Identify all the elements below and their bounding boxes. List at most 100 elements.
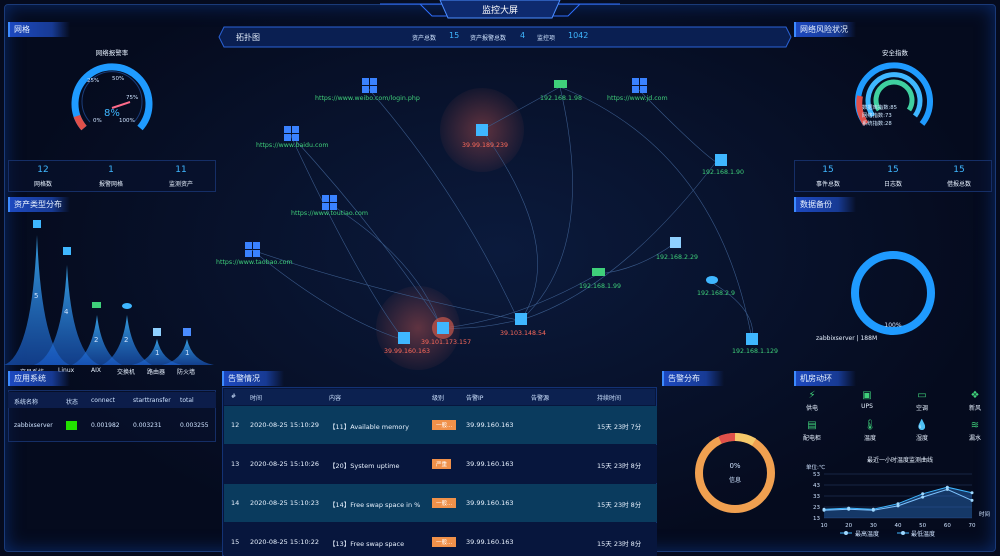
y-tick-label: 33: [813, 494, 820, 500]
node-39-101-173-157[interactable]: 39.101.173.157: [421, 339, 471, 346]
node-39-103-148-54[interactable]: 39.103.148.54: [500, 330, 546, 337]
room-item-ups[interactable]: ▣ UPS: [847, 390, 887, 410]
room-item-temperature[interactable]: 🌡 温度: [850, 420, 890, 442]
summary-items-value: 1042: [568, 31, 589, 40]
legend-marker-max: [840, 530, 852, 536]
asset-type-peak-chart: [4, 220, 214, 365]
node-192-168-1-129[interactable]: 192.168.1.129: [732, 348, 778, 355]
connect-value: 0.001982: [91, 422, 120, 429]
node-192-168-2-29[interactable]: 192.168.2.29: [656, 254, 698, 261]
stat-events: 15 事件总数: [815, 165, 840, 188]
data-point: [871, 508, 875, 512]
x-tick-label: 20: [845, 523, 852, 529]
y-tick-label: 43: [813, 483, 820, 489]
starttransfer-value: 0.003231: [133, 422, 162, 429]
alert-dist-percent: 0%: [729, 462, 741, 470]
legend-min: 最低温度: [911, 531, 936, 538]
legend-max: 最高温度: [855, 531, 880, 538]
lightning-icon: ⚡: [808, 390, 816, 401]
peak-value-3: 2: [94, 336, 99, 344]
router-icon: [706, 276, 718, 284]
data-point: [896, 504, 900, 508]
data-point: [945, 487, 949, 491]
water-leak-icon: ≋: [970, 420, 980, 431]
server-icon: [476, 124, 488, 136]
y-tick-label: 53: [813, 472, 820, 478]
node-39-99-160-163[interactable]: 39.99.160.163: [384, 348, 430, 355]
level-badge: 严重: [432, 459, 452, 469]
temperature-chart: 132333435310 20 30 40 50 60 70: [813, 472, 976, 529]
data-point: [921, 492, 925, 496]
summary-items-label: 监控项: [537, 35, 556, 42]
room-item-power[interactable]: ⚡ 供电: [792, 390, 832, 412]
switch-icon: [554, 80, 567, 88]
stat-logs: 15 日志数: [883, 165, 902, 188]
switch-icon: [92, 302, 101, 308]
room-item-humidity[interactable]: 💧 湿度: [902, 420, 942, 442]
level-badge: 一般...: [432, 498, 457, 508]
x-tick-label: 60: [944, 523, 951, 529]
node-toutiao[interactable]: https://www.toutiao.com: [291, 210, 368, 217]
alert-row[interactable]: 13 2020-08-25 15:10:26 【20】System uptime 严…: [224, 445, 657, 483]
node-jd[interactable]: https://www.jd.com: [607, 95, 668, 102]
total-value: 0.003255: [180, 422, 209, 429]
node-taobao[interactable]: https://www.taobao.com: [216, 259, 293, 266]
temp-chart-xlabel: 时间: [979, 512, 991, 518]
gauge-tick-75: 75%: [126, 95, 139, 101]
backup-title: 数据备份: [794, 197, 856, 212]
data-point: [970, 498, 974, 502]
summary-alerts-label: 资产报警总数: [470, 35, 507, 42]
room-item-aircon[interactable]: ▭ 空调: [902, 390, 942, 412]
node-192-168-1-98[interactable]: 192.168.1.98: [540, 95, 582, 102]
server-icon: [398, 332, 410, 344]
peak-value-6: 1: [185, 349, 190, 357]
node-39-99-189-239[interactable]: 39.99.189.239: [462, 142, 508, 149]
alert-row[interactable]: 12 2020-08-25 15:10:29 【11】Available memor…: [224, 406, 657, 444]
col-content: 内容: [329, 395, 342, 402]
gauge-tick-0: 0%: [93, 118, 102, 124]
app-grid-icon: [183, 328, 191, 336]
col-status: 状态: [66, 399, 79, 406]
app-system-title: 应用系统: [8, 371, 70, 386]
alert-dist-label: 信息: [728, 477, 741, 484]
room-item-water-leak[interactable]: ≋ 漏水: [955, 420, 995, 442]
node-192-168-1-99[interactable]: 192.168.1.99: [579, 283, 621, 290]
stat-alarm-grid: 1 报警网格: [98, 165, 123, 188]
room-item-fresh-air[interactable]: ❖ 新风: [955, 390, 995, 412]
topology-title: 拓扑图: [236, 33, 260, 42]
risk-title: 网络风险状况: [794, 22, 856, 37]
backup-server: zabbixserver | 188M: [816, 335, 878, 342]
col-ip: 告警IP: [466, 395, 484, 402]
level-badge: 一般...: [432, 537, 457, 547]
network-panel-title: 网格: [8, 22, 70, 37]
peak-value-5: 1: [155, 349, 160, 357]
room-item-cabinet[interactable]: ▤ 配电柜: [792, 420, 832, 442]
node-192-168-1-90[interactable]: 192.168.1.90: [702, 169, 744, 176]
alert-row[interactable]: 15 2020-08-25 15:10:22 【13】Free swap space…: [224, 523, 657, 556]
stat-monitored-assets: 11 监测资产: [168, 165, 193, 188]
y-tick-label: 13: [813, 516, 820, 522]
summary-assets-label: 资产总数: [412, 35, 437, 42]
alert-row[interactable]: 14 2020-08-25 15:10:23 【14】Free swap space…: [224, 484, 657, 522]
node-192-168-2-9[interactable]: 192.168.2.9: [697, 290, 735, 297]
gauge-tick-25: 25%: [87, 78, 100, 84]
server-icon: [715, 154, 727, 166]
y-tick-label: 23: [813, 505, 820, 511]
peak-label-5: 路由器: [147, 369, 166, 376]
status-indicator: [66, 421, 77, 430]
ups-icon: ▣: [862, 390, 872, 401]
system-name[interactable]: zabbixserver: [14, 422, 53, 429]
col-source: 告警源: [531, 395, 550, 402]
stat-grid-count: 12 网格数: [33, 165, 52, 188]
temp-chart-title: 最近一小时温度监测曲线: [866, 457, 933, 464]
node-baidu[interactable]: https://www.baidu.com: [256, 142, 329, 149]
level-badge: 一般...: [432, 420, 457, 430]
page-title: 监控大屏: [481, 6, 518, 16]
x-tick-label: 40: [895, 523, 902, 529]
server-icon: [437, 322, 449, 334]
col-connect: connect: [91, 397, 115, 404]
aircon-icon: ▭: [917, 390, 927, 401]
node-weibo[interactable]: https://www.weibo.com/login.php: [315, 95, 420, 102]
col-starttransfer: starttransfer: [133, 397, 171, 404]
col-level: 级别: [432, 395, 445, 402]
